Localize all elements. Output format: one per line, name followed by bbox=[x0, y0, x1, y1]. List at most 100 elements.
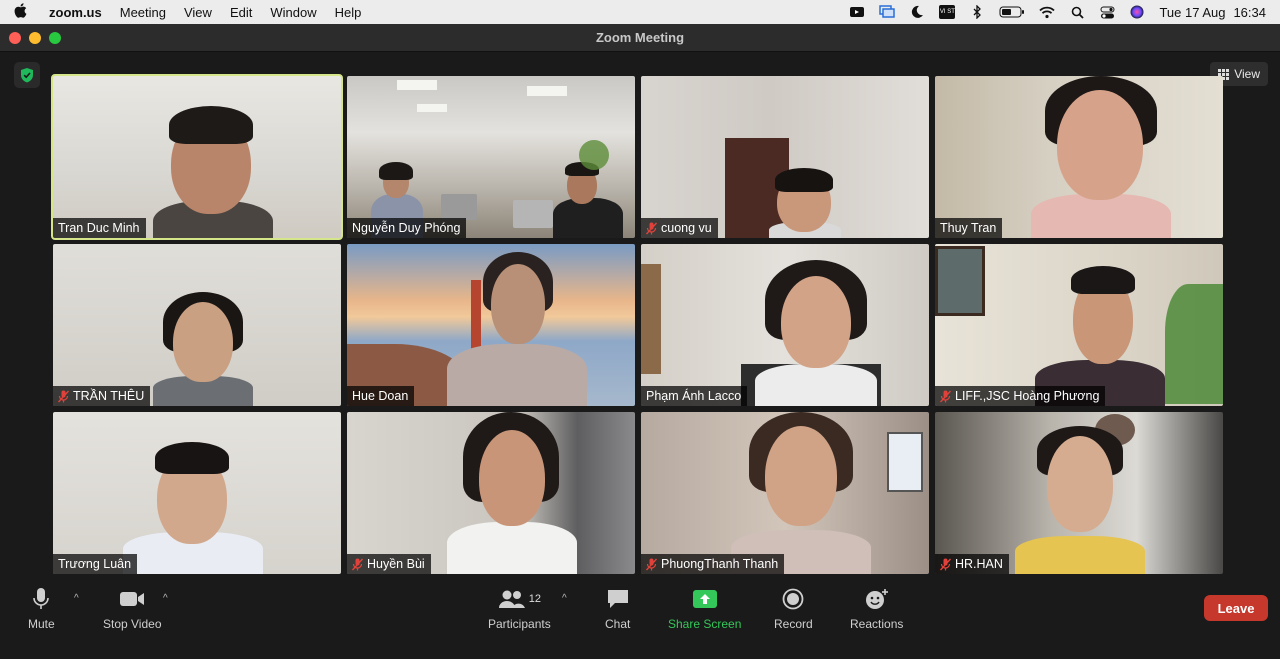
chat-bubble-icon bbox=[606, 587, 630, 611]
menu-meeting[interactable]: Meeting bbox=[111, 5, 175, 20]
video-tile-hue-doan[interactable]: Hue Doan bbox=[347, 244, 635, 406]
video-tile-cuong-vu[interactable]: cuong vu bbox=[641, 76, 929, 238]
participant-name: Trương Luân bbox=[58, 557, 132, 571]
bluetooth-icon[interactable] bbox=[969, 5, 985, 19]
participant-name: Huyền Bùi bbox=[367, 557, 425, 571]
share-screen-label: Share Screen bbox=[668, 617, 742, 631]
video-tile-truong-luan[interactable]: Trương Luân bbox=[53, 412, 341, 574]
video-tile-phuongthanh-thanh[interactable]: PhuongThanh Thanh bbox=[641, 412, 929, 574]
smiley-plus-icon bbox=[865, 587, 889, 611]
fullscreen-window-button[interactable] bbox=[49, 31, 61, 44]
video-tile-hr-han[interactable]: HR.HAN bbox=[935, 412, 1223, 574]
chat-label: Chat bbox=[605, 617, 631, 631]
menu-help[interactable]: Help bbox=[326, 5, 371, 20]
muted-mic-icon bbox=[646, 222, 657, 234]
participant-figure bbox=[447, 412, 577, 574]
participants-options-chevron-icon[interactable]: ^ bbox=[562, 593, 567, 604]
meeting-toolbar: Mute ^ Stop Video ^ 12 Participants ^ Ch… bbox=[0, 581, 1280, 635]
video-tile-huyen-bui[interactable]: Huyền Bùi bbox=[347, 412, 635, 574]
participant-name: Phạm Ánh Lacco bbox=[646, 389, 742, 403]
muted-mic-icon bbox=[646, 558, 657, 570]
screen-mirror-icon[interactable] bbox=[879, 5, 896, 19]
participant-figure bbox=[1015, 426, 1145, 574]
stop-video-label: Stop Video bbox=[103, 617, 162, 631]
participants-button[interactable]: 12 Participants bbox=[488, 587, 551, 631]
video-tile-tran-theu[interactable]: TRẦN THÊU bbox=[53, 244, 341, 406]
siri-icon[interactable] bbox=[1129, 5, 1145, 19]
leave-meeting-button[interactable]: Leave bbox=[1204, 595, 1268, 621]
participant-name: TRẦN THÊU bbox=[73, 389, 145, 403]
video-tile-nguyen-duy-phong[interactable]: Nguyễn Duy Phóng bbox=[347, 76, 635, 238]
spotlight-search-icon[interactable] bbox=[1069, 5, 1085, 19]
participant-name-tag: Trương Luân bbox=[53, 554, 138, 574]
participant-name: LIFF.,JSC Hoàng Phương bbox=[955, 389, 1100, 403]
video-camera-icon bbox=[119, 587, 145, 611]
menu-window[interactable]: Window bbox=[261, 5, 325, 20]
input-source-badge[interactable]: VI ST bbox=[939, 5, 956, 19]
moon-icon[interactable] bbox=[909, 5, 925, 19]
share-screen-icon bbox=[692, 587, 718, 611]
participant-figure bbox=[1035, 264, 1165, 406]
battery-icon[interactable] bbox=[999, 5, 1025, 19]
menu-view[interactable]: View bbox=[175, 5, 221, 20]
participant-name-tag: Nguyễn Duy Phóng bbox=[347, 218, 467, 238]
participant-figure bbox=[547, 162, 627, 238]
video-tile-thuy-tran[interactable]: Thuy Tran bbox=[935, 76, 1223, 238]
video-options-chevron-icon[interactable]: ^ bbox=[163, 593, 168, 604]
microphone-icon bbox=[32, 587, 50, 611]
participant-name-tag: Tran Duc Minh bbox=[53, 218, 146, 238]
record-icon bbox=[782, 587, 804, 611]
participant-name-tag: Thuy Tran bbox=[935, 218, 1003, 238]
participant-name-tag: TRẦN THÊU bbox=[53, 386, 151, 406]
video-gallery: Tran Duc Minh Nguyễn Duy Phóng cuong vu … bbox=[51, 74, 1227, 576]
video-tile-pham-anh-lacco[interactable]: Phạm Ánh Lacco bbox=[641, 244, 929, 406]
wifi-icon[interactable] bbox=[1039, 5, 1056, 19]
security-shield-icon[interactable] bbox=[14, 62, 40, 88]
share-screen-button[interactable]: Share Screen bbox=[668, 587, 741, 631]
participant-name: Tran Duc Minh bbox=[58, 221, 140, 235]
participant-figure bbox=[1031, 76, 1171, 238]
menubar-clock[interactable]: Tue 17 Aug 16:34 bbox=[1159, 5, 1266, 20]
mute-label: Mute bbox=[28, 617, 55, 631]
participant-name: HR.HAN bbox=[955, 557, 1003, 571]
menu-edit[interactable]: Edit bbox=[221, 5, 261, 20]
participant-name: PhuongThanh Thanh bbox=[661, 557, 779, 571]
participant-name: Nguyễn Duy Phóng bbox=[352, 221, 461, 235]
video-tile-tran-duc-minh[interactable]: Tran Duc Minh bbox=[51, 74, 343, 240]
participants-icon: 12 bbox=[498, 587, 541, 611]
menubar-time: 16:34 bbox=[1233, 4, 1266, 20]
participant-figure bbox=[447, 252, 587, 406]
muted-mic-icon bbox=[352, 558, 363, 570]
participants-count: 12 bbox=[528, 593, 541, 605]
stop-video-button[interactable]: Stop Video bbox=[103, 587, 162, 631]
participant-name-tag: Phạm Ánh Lacco bbox=[641, 386, 748, 406]
view-label: View bbox=[1234, 67, 1260, 81]
muted-mic-icon bbox=[940, 390, 951, 402]
muted-mic-icon bbox=[58, 390, 69, 402]
participant-figure bbox=[123, 442, 263, 574]
menu-app-name[interactable]: zoom.us bbox=[40, 5, 111, 20]
participant-name-tag: LIFF.,JSC Hoàng Phương bbox=[935, 386, 1106, 406]
participant-name: cuong vu bbox=[661, 221, 712, 235]
control-center-icon[interactable] bbox=[1099, 5, 1115, 19]
mute-button[interactable]: Mute bbox=[28, 587, 55, 631]
close-window-button[interactable] bbox=[9, 31, 21, 44]
participant-figure bbox=[765, 168, 845, 238]
apple-icon[interactable] bbox=[0, 2, 40, 22]
window-titlebar: Zoom Meeting bbox=[0, 24, 1280, 52]
record-button[interactable]: Record bbox=[774, 587, 813, 631]
participant-name: Thuy Tran bbox=[940, 221, 997, 235]
participants-label: Participants bbox=[488, 617, 551, 631]
participant-name-tag: Hue Doan bbox=[347, 386, 415, 406]
macos-menu-bar: zoom.us Meeting View Edit Window Help VI… bbox=[0, 0, 1280, 24]
chat-button[interactable]: Chat bbox=[605, 587, 630, 631]
participant-name-tag: PhuongThanh Thanh bbox=[641, 554, 785, 574]
zoom-status-icon[interactable] bbox=[849, 5, 865, 19]
audio-options-chevron-icon[interactable]: ^ bbox=[74, 593, 79, 604]
minimize-window-button[interactable] bbox=[29, 31, 41, 44]
participant-figure bbox=[153, 292, 253, 406]
participant-figure bbox=[143, 106, 283, 238]
reactions-button[interactable]: Reactions bbox=[850, 587, 903, 631]
participant-figure bbox=[751, 260, 881, 406]
video-tile-liff-jsc-hoang-phuong[interactable]: LIFF.,JSC Hoàng Phương bbox=[935, 244, 1223, 406]
